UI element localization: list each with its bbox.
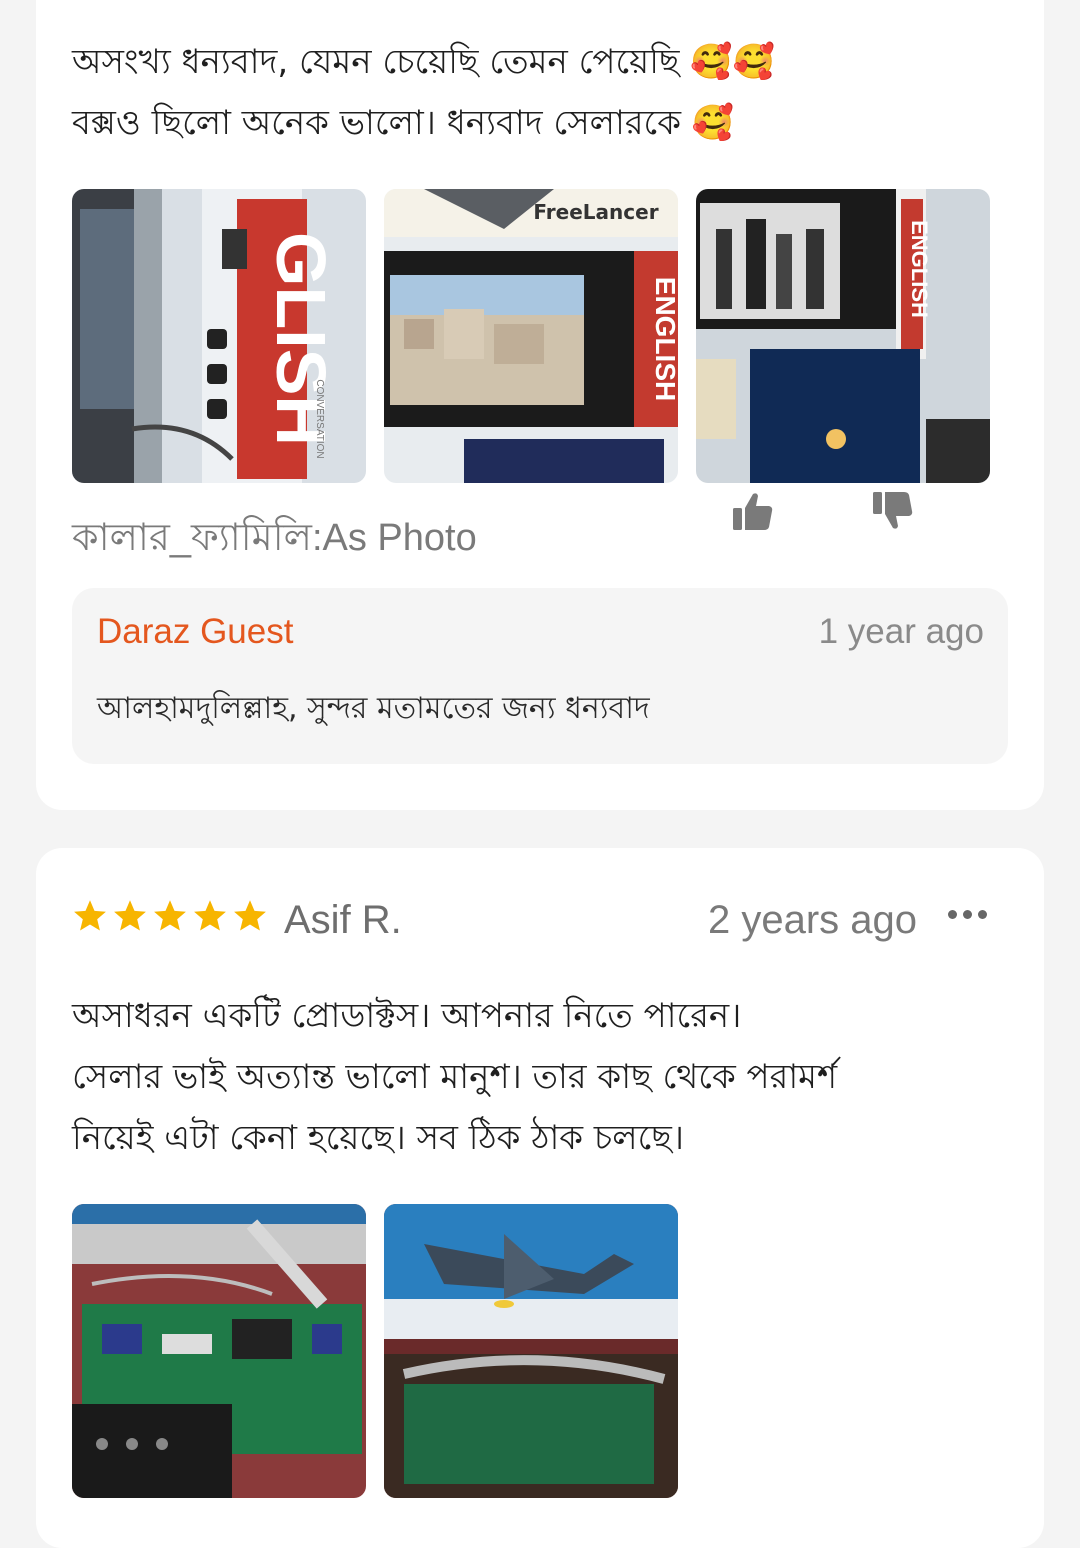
seller-reply: Daraz Guest 1 year ago আলহামদুলিল্লাহ, স… [72,588,1008,764]
review-time: 2 years ago [708,898,918,942]
reply-author: Daraz Guest [97,612,294,651]
star-icon [74,900,106,931]
svg-text:ENGLISH: ENGLISH [907,220,932,318]
svg-text:CONVERSATION: CONVERSATION [314,379,325,458]
star-rating [72,898,268,934]
star-icon [194,900,226,931]
review-text-line: বক্সও ছিলো অনেক ভালো। ধন্যবাদ সেলারকে 🥰 [72,103,735,143]
review-photo[interactable]: ENGLISH [696,189,990,483]
review-text: অসংখ্য ধন্যবাদ, যেমন চেয়েছি তেমন পেয়েছ… [72,32,1012,154]
svg-text:GLISH: GLISH [262,232,340,446]
star-icon [234,900,266,931]
circuit-board-photo-icon [72,1204,366,1498]
review-text-line: অসংখ্য ধন্যবাদ, যেমন চেয়েছি তেমন পেয়েছ… [72,42,775,82]
star-icon [114,900,146,931]
monitor-city-photo-icon: FreeLancer ENGLISH [384,189,678,483]
thumbs-down-icon[interactable] [869,488,917,536]
review-card: Asif R. 2 years ago অসাধরন একটি প্রোডাক্… [36,848,1044,1548]
review-card: অসংখ্য ধন্যবাদ, যেমন চেয়েছি তেমন পেয়েছ… [36,0,1044,810]
monitor-people-photo-icon: ENGLISH [696,189,990,483]
svg-text:FreeLancer: FreeLancer [533,200,658,224]
variant-label: কালার_ফ্যামিলি:As Photo [72,517,477,559]
review-text-line: অসাধরন একটি প্রোডাক্টস। আপনার নিতে পারেন… [72,996,742,1036]
more-options-icon[interactable] [948,910,987,919]
svg-text:ENGLISH: ENGLISH [650,277,678,401]
review-text: অসাধরন একটি প্রোডাক্টস। আপনার নিতে পারেন… [72,986,1012,1169]
monitor-airplane-photo-icon [384,1204,678,1498]
review-photo[interactable]: GLISH CONVERSATION [72,189,366,483]
reply-time: 1 year ago [818,612,984,651]
tv-board-on-poster-photo-icon: GLISH CONVERSATION [72,189,366,483]
review-text-line: নিয়েই এটা কেনা হয়েছে। সব ঠিক ঠাক চলছে। [72,1118,685,1158]
reply-text: আলহামদুলিল্লাহ, সুন্দর মতামতের জন্য ধন্য… [97,691,650,726]
review-photo[interactable] [72,1204,366,1498]
review-text-line: সেলার ভাই অত্যান্ত ভালো মানুশ। তার কাছ থ… [72,1057,838,1097]
reviewer-name: Asif R. [284,898,402,942]
thumbs-up-icon[interactable] [729,488,777,536]
star-icon [154,900,186,931]
review-photo[interactable]: FreeLancer ENGLISH [384,189,678,483]
review-photo[interactable] [384,1204,678,1498]
